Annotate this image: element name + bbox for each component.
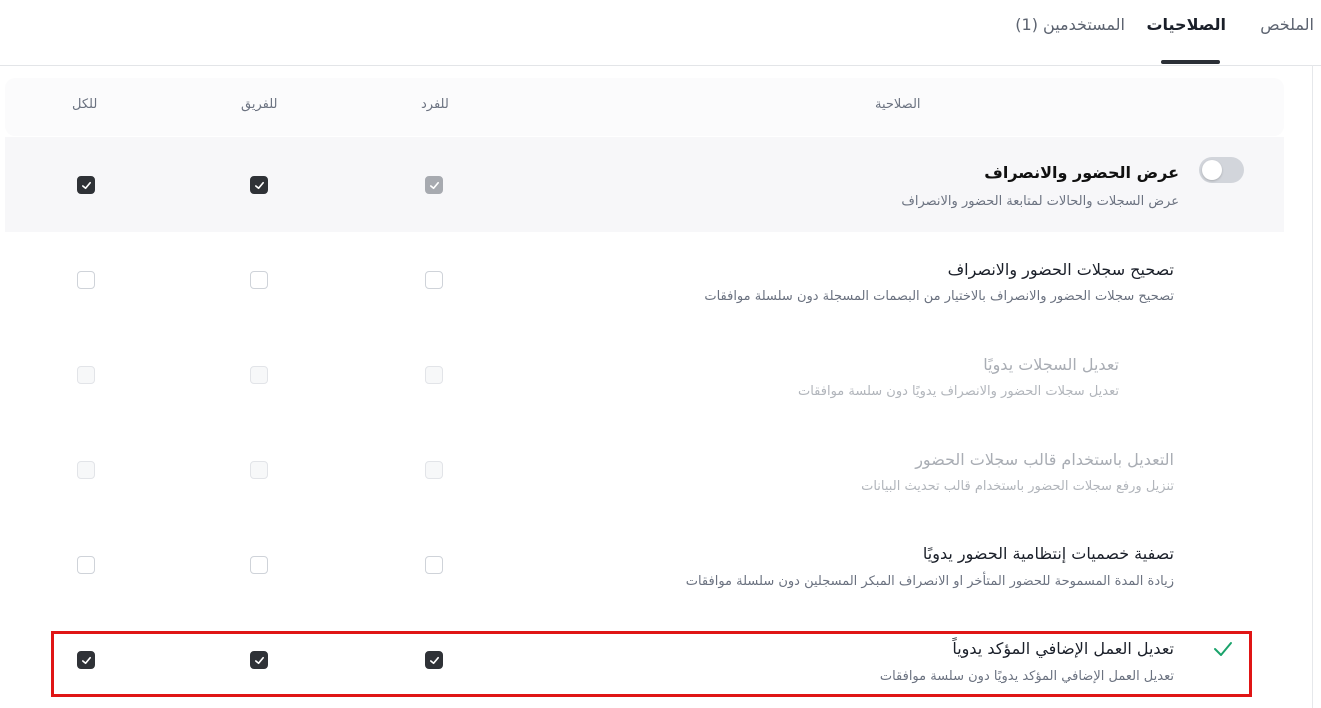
- all-checkbox: [77, 366, 95, 384]
- section-title: عرض الحضور والانصراف: [984, 163, 1179, 182]
- tab-permissions[interactable]: الصلاحيات: [1146, 15, 1226, 34]
- all-checkbox[interactable]: [77, 271, 95, 289]
- section-toggle[interactable]: [1199, 157, 1244, 183]
- permission-description: تعديل سجلات الحضور والانصراف يدويًا دون …: [797, 384, 1119, 399]
- header-permission: الصلاحية: [875, 97, 921, 112]
- individual-checkbox[interactable]: [425, 651, 443, 669]
- permission-description: تصحيح سجلات الحضور والانصراف بالاختيار م…: [704, 289, 1174, 304]
- team-checkbox[interactable]: [250, 271, 268, 289]
- permission-description: تعديل العمل الإضافي المؤكد يدويًا دون سل…: [879, 669, 1174, 684]
- all-checkbox[interactable]: [77, 651, 95, 669]
- section-all-checkbox[interactable]: [77, 176, 95, 194]
- check-icon: [430, 656, 439, 665]
- saved-check-icon: [1214, 642, 1232, 656]
- header-team: للفريق: [241, 97, 278, 112]
- permission-title: التعديل باستخدام قالب سجلات الحضور: [915, 450, 1174, 469]
- individual-checkbox[interactable]: [425, 271, 443, 289]
- header-all: للكل: [72, 97, 98, 112]
- active-tab-indicator: [1161, 60, 1220, 64]
- check-icon: [255, 656, 264, 665]
- permission-description: زيادة المدة المسموحة للحضور المتأخر او ا…: [685, 574, 1174, 589]
- all-checkbox[interactable]: [77, 556, 95, 574]
- individual-checkbox: [425, 461, 443, 479]
- individual-checkbox[interactable]: [425, 556, 443, 574]
- section-individual-checkbox: [425, 176, 443, 194]
- check-icon: [255, 181, 264, 190]
- all-checkbox: [77, 461, 95, 479]
- check-icon: [430, 181, 439, 190]
- permission-title: تعديل العمل الإضافي المؤكد يدوياً: [952, 639, 1174, 658]
- permission-title: تعديل السجلات يدويًا: [983, 355, 1119, 374]
- check-icon: [82, 656, 91, 665]
- permission-title: تصحيح سجلات الحضور والانصراف: [947, 260, 1174, 279]
- team-checkbox[interactable]: [250, 556, 268, 574]
- section-team-checkbox[interactable]: [250, 176, 268, 194]
- section-row-view-attendance: [5, 137, 1284, 232]
- permission-description: تنزيل ورفع سجلات الحضور باستخدام قالب تح…: [861, 479, 1174, 494]
- tabs-bar: الملخص الصلاحيات المستخدمين (1): [0, 0, 1321, 66]
- permission-title: تصفية خصميات إنتظامية الحضور يدويًا: [922, 544, 1174, 563]
- tab-summary[interactable]: الملخص: [1260, 15, 1314, 34]
- toggle-knob: [1202, 160, 1222, 180]
- tab-users[interactable]: المستخدمين (1): [1015, 15, 1125, 34]
- check-icon: [82, 181, 91, 190]
- team-checkbox: [250, 461, 268, 479]
- scrollbar-track[interactable]: [1312, 65, 1313, 708]
- permissions-table-header: [5, 78, 1284, 136]
- section-description: عرض السجلات والحالات لمتابعة الحضور والا…: [901, 194, 1179, 209]
- team-checkbox: [250, 366, 268, 384]
- team-checkbox[interactable]: [250, 651, 268, 669]
- header-individual: للفرد: [421, 97, 449, 112]
- individual-checkbox: [425, 366, 443, 384]
